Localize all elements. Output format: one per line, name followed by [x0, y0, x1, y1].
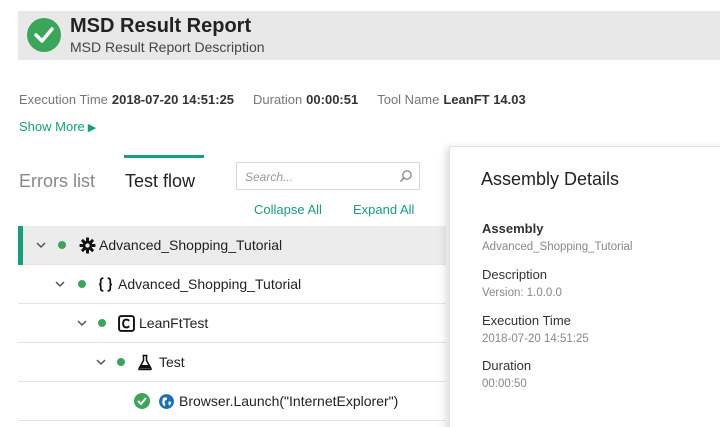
- passed-check-icon: [134, 393, 150, 409]
- execution-time-detail-value: 2018-07-20 14:51:25: [482, 333, 589, 345]
- passed-status-icon: [27, 18, 61, 52]
- assembly-value: Advanced_Shopping_Tutorial: [482, 241, 633, 253]
- tree-item-label: Browser.Launch("InternetExplorer"): [179, 393, 398, 409]
- chevron-down-icon[interactable]: [35, 239, 47, 251]
- tree-item-label: Advanced_Shopping_Tutorial: [99, 237, 283, 253]
- report-header: MSD Result Report MSD Result Report Desc…: [18, 11, 720, 60]
- collapse-all-button[interactable]: Collapse All: [254, 202, 322, 217]
- duration-key: Duration: [482, 358, 532, 373]
- tree-row-class[interactable]: LeanFtTest: [18, 304, 446, 343]
- passed-dot-icon: [78, 280, 86, 288]
- chevron-down-icon[interactable]: [76, 317, 88, 329]
- class-icon: [118, 315, 135, 332]
- description-value: Version: 1.0.0.0: [482, 287, 562, 299]
- show-more-link[interactable]: Show More ▶: [19, 119, 96, 134]
- description-key: Description: [482, 267, 548, 282]
- report-title: MSD Result Report: [70, 15, 252, 37]
- passed-dot-icon: [58, 241, 66, 249]
- braces-icon: [99, 277, 112, 292]
- show-more-label: Show More: [19, 119, 85, 134]
- report-meta: Execution Time 2018-07-20 14:51:25 Duratio…: [19, 92, 526, 107]
- triangle-right-icon: ▶: [87, 122, 97, 134]
- execution-time-key: Execution Time: [482, 313, 571, 328]
- search-input[interactable]: [245, 168, 395, 186]
- tool-name-value: LeanFT 14.03: [443, 92, 526, 107]
- passed-dot-icon: [98, 319, 106, 327]
- tree-item-label: LeanFtTest: [139, 315, 209, 331]
- tab-errors-list[interactable]: Errors list: [19, 171, 95, 192]
- tree-row-test[interactable]: Test: [18, 343, 446, 382]
- chevron-down-icon[interactable]: [95, 356, 107, 368]
- tree-row-assembly[interactable]: Advanced_Shopping_Tutorial: [18, 226, 446, 265]
- execution-time-value: 2018-07-20 14:51:25: [111, 92, 235, 107]
- tree-row-namespace[interactable]: Advanced_Shopping_Tutorial: [18, 265, 446, 304]
- chevron-down-icon[interactable]: [54, 278, 66, 290]
- assembly-key: Assembly: [482, 221, 544, 236]
- flask-icon: [138, 354, 152, 371]
- step-object-label: Browser: [179, 393, 230, 409]
- expand-all-button[interactable]: Expand All: [353, 202, 414, 217]
- tab-test-flow[interactable]: Test flow: [125, 171, 195, 192]
- search-icon[interactable]: [399, 169, 413, 188]
- passed-dot-icon: [117, 358, 125, 366]
- active-tab-indicator: [124, 155, 204, 158]
- globe-icon: [159, 394, 174, 409]
- gear-icon: [79, 237, 96, 254]
- search-box[interactable]: [236, 162, 420, 190]
- selected-row-indicator: [18, 226, 23, 265]
- duration-detail-value: 00:00:50: [482, 378, 527, 390]
- tree-row-step[interactable]: Browser.Launch("InternetExplorer"): [18, 382, 446, 421]
- report-description: MSD Result Report Description: [70, 39, 265, 55]
- tree-item-label: Advanced_Shopping_Tutorial: [118, 276, 302, 292]
- execution-time-label: Execution Time: [19, 92, 108, 107]
- details-title: Assembly Details: [481, 169, 620, 189]
- tool-name-label: Tool Name: [377, 92, 440, 107]
- duration-label: Duration: [253, 92, 303, 107]
- assembly-details-panel: Assembly Details Assembly Advanced_Shopp…: [449, 146, 720, 427]
- duration-value: 00:00:51: [306, 92, 359, 107]
- tree-item-label: Test: [159, 354, 185, 370]
- step-method-label: Launch("InternetExplorer"): [233, 393, 399, 409]
